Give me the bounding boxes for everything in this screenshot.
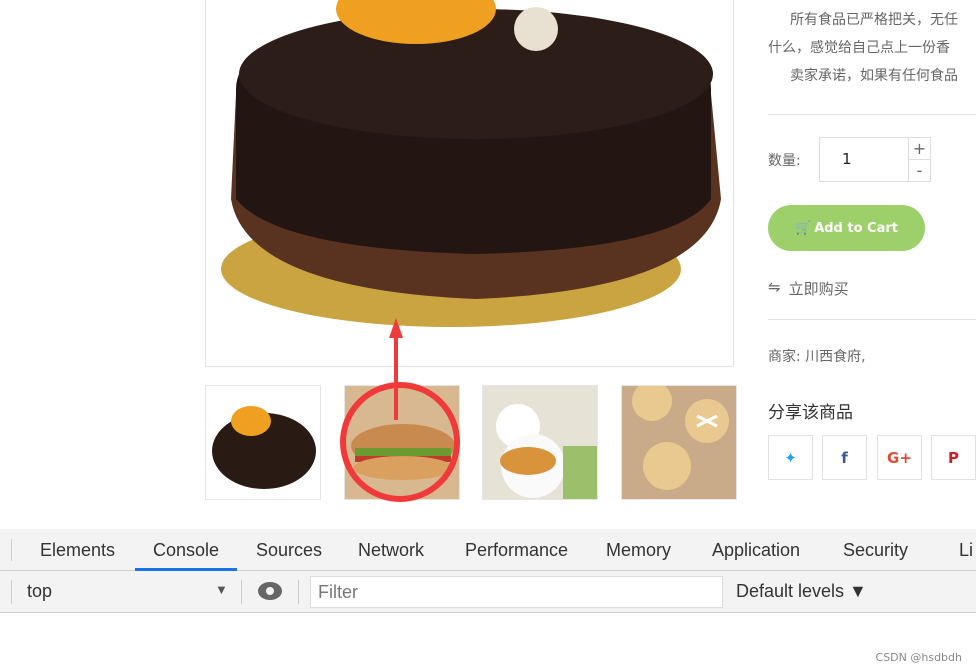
context-selector[interactable]: top [27, 581, 52, 602]
sliders-icon: ⇋ [768, 278, 781, 296]
cart-icon: 🛒 [795, 220, 812, 236]
thumbnail-buns[interactable] [621, 385, 737, 500]
divider [768, 319, 976, 320]
decrement-button[interactable]: - [908, 160, 930, 181]
pinterest-share-button[interactable]: P [931, 435, 976, 480]
add-to-cart-button[interactable]: 🛒 Add to Cart [768, 205, 925, 251]
console-output[interactable] [0, 614, 976, 672]
thumbnail-cake[interactable] [205, 385, 321, 500]
twitter-share-button[interactable]: ✦ [768, 435, 813, 480]
devtools-panel: Elements Console Sources Network Perform… [0, 529, 976, 672]
google-plus-icon: G+ [887, 448, 912, 467]
quantity-input[interactable]: 1 [820, 138, 908, 181]
tab-elements[interactable]: Elements [40, 529, 115, 571]
eye-icon[interactable] [258, 582, 282, 600]
thumbnail-croissant[interactable] [482, 385, 598, 500]
facebook-icon: f [841, 448, 848, 467]
devtools-tabbar: Elements Console Sources Network Perform… [0, 529, 976, 571]
red-annotation-arrow-circle [340, 318, 460, 502]
seller-info: 商家: 川西食府, [768, 349, 866, 365]
tab-sources[interactable]: Sources [256, 529, 322, 571]
facebook-share-button[interactable]: f [822, 435, 867, 480]
watermark: CSDN @hsdbdh [875, 651, 962, 664]
google-plus-share-button[interactable]: G+ [877, 435, 922, 480]
buy-now-label: 立即购买 [788, 280, 849, 298]
description-line: 卖家承诺，如果有任何食品 [790, 68, 958, 84]
quantity-label: 数量: [768, 153, 801, 169]
console-toolbar: top ▼ Filter Default levels ▼ [0, 571, 976, 613]
twitter-icon: ✦ [784, 448, 797, 467]
filter-input[interactable]: Filter [310, 576, 723, 608]
divider [768, 114, 976, 115]
tab-lighthouse[interactable]: Li [959, 529, 973, 571]
tab-network[interactable]: Network [358, 529, 424, 571]
pinterest-icon: P [948, 448, 959, 467]
share-title: 分享该商品 [768, 403, 853, 423]
quantity-stepper: 1 + - [819, 137, 931, 182]
tab-memory[interactable]: Memory [606, 529, 671, 571]
tab-performance[interactable]: Performance [465, 529, 568, 571]
buy-now-link[interactable]: ⇋ 立即购买 [768, 278, 849, 299]
chocolate-cake-image [221, 0, 721, 327]
default-levels-dropdown[interactable]: Default levels ▼ [736, 581, 867, 602]
tab-console[interactable]: Console [153, 529, 219, 571]
add-to-cart-label: Add to Cart [814, 220, 898, 236]
description-line: 所有食品已严格把关，无任 [790, 12, 958, 28]
increment-button[interactable]: + [908, 138, 930, 160]
description-line: 什么，感觉给自己点上一份香 [768, 40, 950, 56]
tab-application[interactable]: Application [712, 529, 800, 571]
tab-security[interactable]: Security [843, 529, 908, 571]
dropdown-arrow-icon[interactable]: ▼ [215, 582, 228, 597]
